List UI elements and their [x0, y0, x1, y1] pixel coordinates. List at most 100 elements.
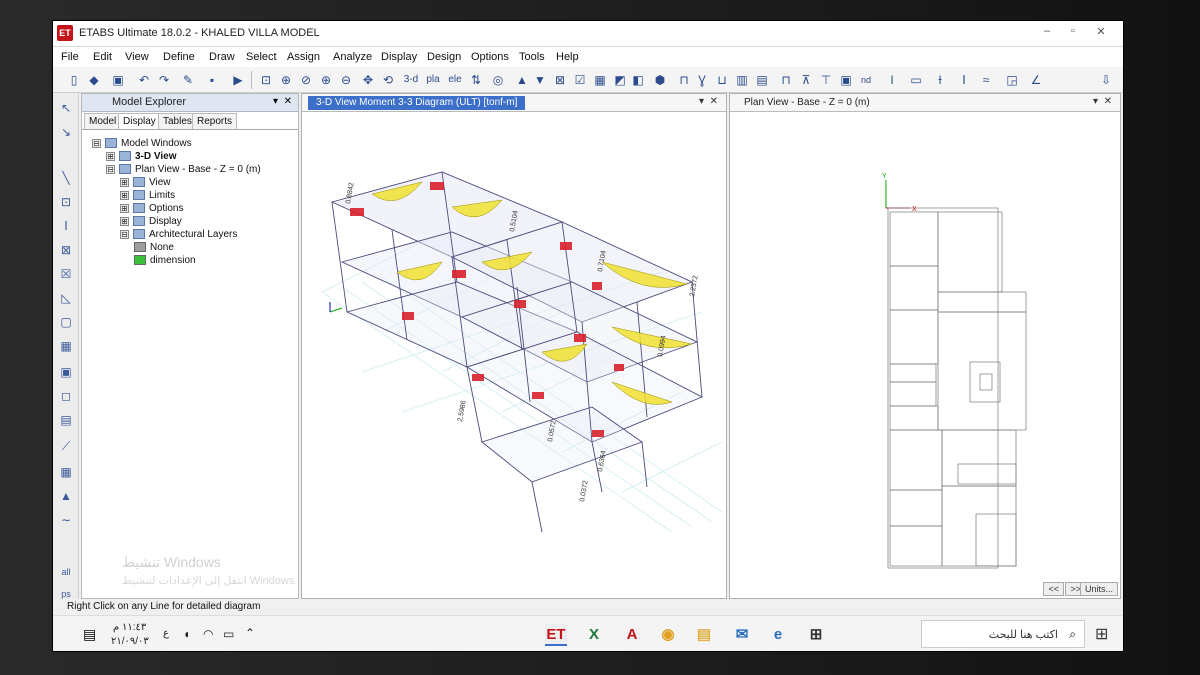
start-button[interactable]: ⊞	[1095, 624, 1108, 644]
draw-area-icon[interactable]: ▭	[907, 71, 925, 89]
beam-icon[interactable]: ⊔	[713, 71, 731, 89]
tree-item[interactable]: ⊞ Options	[120, 203, 183, 214]
plan-view-button[interactable]: pla	[423, 71, 443, 89]
pan-icon[interactable]: ✥	[359, 71, 377, 89]
elevation-view-button[interactable]: ele	[445, 71, 465, 89]
reshape-icon[interactable]: ↘	[57, 123, 75, 141]
tree-item[interactable]: None	[134, 242, 174, 253]
input-language[interactable]: ع	[163, 628, 169, 639]
tray-date[interactable]: ٢١/٠٩/٠٣	[111, 636, 149, 647]
lock-icon[interactable]: ▪	[203, 71, 221, 89]
menu-define[interactable]: Define	[163, 51, 195, 63]
node-button[interactable]: nd	[857, 71, 875, 89]
draw-slab-icon[interactable]: ▣	[837, 71, 855, 89]
view-3d-menu-icon[interactable]: ▾	[699, 96, 704, 107]
draw-line-icon[interactable]: ∠	[1027, 71, 1045, 89]
taskbar-excel-icon[interactable]: X	[583, 624, 605, 646]
tree-item[interactable]: ⊞ Display	[120, 216, 182, 227]
draw-wall-icon[interactable]: Ⅰ	[955, 71, 973, 89]
story-down-icon[interactable]: ▼	[531, 71, 549, 89]
collapse-icon[interactable]: ⊟	[92, 138, 101, 148]
run-analysis-icon[interactable]: ▶	[229, 71, 247, 89]
tab-display[interactable]: Display	[118, 113, 161, 129]
menu-options[interactable]: Options	[471, 51, 509, 63]
units-button[interactable]: Units...	[1079, 582, 1118, 596]
draw-reference-icon[interactable]: ◲	[1003, 71, 1021, 89]
grid-icon[interactable]: ▦	[591, 71, 609, 89]
section-cut-side-icon[interactable]: ▦	[57, 463, 75, 481]
explorer-pin-icon[interactable]: ▾	[273, 96, 278, 107]
column-side-icon[interactable]: Ⅰ	[57, 217, 75, 235]
taskbar-chrome-icon[interactable]: ◉	[657, 624, 679, 646]
brace-icon[interactable]: Ɣ	[693, 71, 711, 89]
taskbar-explorer-icon[interactable]: ▤	[693, 624, 715, 646]
all-select-icon[interactable]: all	[57, 563, 75, 581]
draw-frame-side-icon[interactable]: ⊡	[57, 193, 75, 211]
tree-item[interactable]: ⊞ Limits	[120, 190, 175, 201]
tendon-side-icon[interactable]: ▤	[57, 411, 75, 429]
area-side-icon[interactable]: ◺	[57, 289, 75, 307]
expand-icon[interactable]: ⊞	[106, 151, 115, 161]
tree-item[interactable]: ⊟ Model Windows	[92, 138, 192, 149]
show-hidden-icons[interactable]: ⌃	[245, 626, 255, 640]
menu-draw[interactable]: Draw	[209, 51, 235, 63]
draw-frame-icon[interactable]: ⊓	[777, 71, 795, 89]
volume-icon[interactable]: ◖	[183, 627, 190, 641]
shell-icon[interactable]: ◧	[629, 71, 647, 89]
new-model-icon[interactable]: ▯	[65, 71, 83, 89]
tree-item[interactable]: ⊟ Plan View - Base - Z = 0 (m)	[106, 164, 261, 175]
undo-icon[interactable]: ↶	[135, 71, 153, 89]
link-side-icon[interactable]: ◻	[57, 387, 75, 405]
menu-file[interactable]: File	[61, 51, 79, 63]
zoom-window-icon[interactable]: ⊡	[257, 71, 275, 89]
taskbar-acrobat-icon[interactable]: A	[621, 624, 643, 646]
zoom-previous-icon[interactable]: ⊘	[297, 71, 315, 89]
taskbar-search[interactable]: اكتب هنا للبحث ⌕	[921, 620, 1085, 648]
taskbar-edge-icon[interactable]: e	[767, 624, 789, 646]
expand-icon[interactable]: ⊞	[120, 190, 129, 200]
battery-icon[interactable]: ▭	[223, 627, 234, 641]
spring-side-icon[interactable]: ∼	[57, 511, 75, 529]
wifi-icon[interactable]: ◠	[203, 627, 213, 641]
check-icon[interactable]: ☑	[571, 71, 589, 89]
load-side-icon[interactable]: ▲	[57, 487, 75, 505]
menu-select[interactable]: Select	[246, 51, 277, 63]
zoom-in-icon[interactable]: ⊕	[317, 71, 335, 89]
taskbar-etabs-icon[interactable]: ET	[545, 624, 567, 646]
moment-diagram-canvas[interactable]: 0.7104 0.0572 0.0372 0.6364 2.5986 0.510…	[302, 112, 726, 598]
zoom-out-icon[interactable]: ⊖	[337, 71, 355, 89]
brace-side-icon[interactable]: ⊠	[57, 241, 75, 259]
assign-icon[interactable]: ◩	[611, 71, 629, 89]
view-3d-panel[interactable]: 3-D View Moment 3-3 Diagram (ULT) [tonf-…	[301, 93, 727, 599]
taskbar-mail-icon[interactable]: ✉	[731, 624, 753, 646]
draw-column-icon[interactable]: Ι	[883, 71, 901, 89]
rotate-icon[interactable]: ⟲	[379, 71, 397, 89]
taskbar-taskview-icon[interactable]: ⊞	[805, 624, 827, 646]
opening-side-icon[interactable]: ▣	[57, 363, 75, 381]
save-icon[interactable]: ▣	[109, 71, 127, 89]
tree-item[interactable]: dimension	[134, 255, 196, 266]
download-icon[interactable]: ⇩	[1097, 71, 1115, 89]
plan-view-menu-icon[interactable]: ▾	[1093, 96, 1098, 107]
collapse-icon[interactable]: ⊟	[106, 164, 115, 174]
tree-item[interactable]: ⊞ View	[120, 177, 171, 188]
frame-icon[interactable]: ⊓	[675, 71, 693, 89]
menu-view[interactable]: View	[125, 51, 149, 63]
collapse-icon[interactable]: ⊟	[120, 229, 129, 239]
dimension-icon[interactable]: ≈	[977, 71, 995, 89]
display-options-icon[interactable]: ◎	[489, 71, 507, 89]
wall-side-icon[interactable]: ☒	[57, 265, 75, 283]
expand-icon[interactable]: ⊞	[120, 177, 129, 187]
menu-analyze[interactable]: Analyze	[333, 51, 372, 63]
pencil-icon[interactable]: ✎	[179, 71, 197, 89]
close-button[interactable]: ✕	[1089, 25, 1113, 38]
expand-icon[interactable]: ⊞	[120, 216, 129, 226]
wall-icon[interactable]: ▥	[733, 71, 751, 89]
notifications-icon[interactable]: ▤	[83, 626, 96, 643]
pointer-icon[interactable]: ↖	[57, 99, 75, 117]
plan-view-close-icon[interactable]: ✕	[1104, 96, 1112, 107]
plan-view-title[interactable]: Plan View - Base - Z = 0 (m)	[736, 96, 878, 110]
tree-item[interactable]: ⊟ Architectural Layers	[120, 229, 237, 240]
opening-icon[interactable]: ▤	[753, 71, 771, 89]
menu-help[interactable]: Help	[556, 51, 579, 63]
